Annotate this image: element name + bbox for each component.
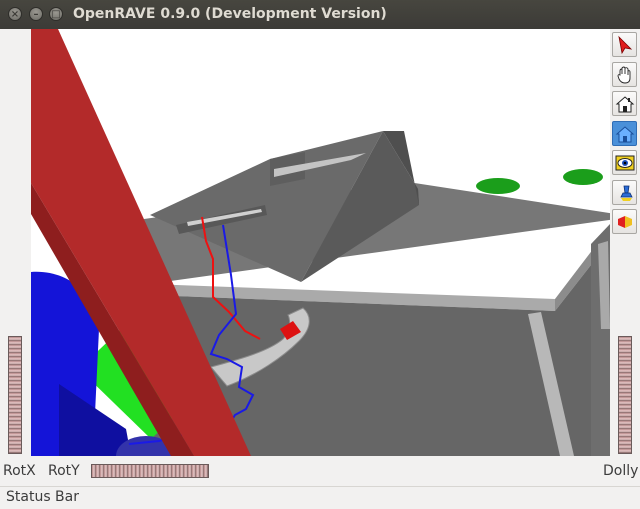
set-home-button[interactable]: [612, 121, 637, 146]
title-bar: × – □ OpenRAVE 0.9.0 (Development Versio…: [0, 0, 640, 29]
maximize-window-button[interactable]: □: [49, 7, 63, 21]
seek-button[interactable]: [612, 180, 637, 205]
green-hole-1: [476, 178, 520, 194]
perspective-toggle-button[interactable]: [612, 209, 637, 234]
home-icon: [615, 96, 635, 113]
select-arrow-button[interactable]: [612, 32, 637, 57]
dolly-label: Dolly: [603, 463, 639, 479]
pan-hand-button[interactable]: [612, 62, 637, 87]
pan-hand-icon: [617, 66, 631, 84]
green-hole-2: [563, 169, 603, 185]
set-home-icon: [615, 126, 635, 143]
3d-viewport[interactable]: [31, 29, 610, 456]
roty-wheel[interactable]: [91, 464, 209, 478]
window-title: OpenRAVE 0.9.0 (Development Version): [73, 6, 387, 22]
close-window-button[interactable]: ×: [8, 7, 22, 21]
scene-render[interactable]: [31, 29, 610, 456]
dolly-wheel[interactable]: [618, 336, 632, 454]
view-all-icon: [615, 155, 635, 171]
minimize-window-button[interactable]: –: [29, 7, 43, 21]
select-arrow-icon: [618, 35, 633, 55]
roty-label: RotY: [48, 463, 80, 479]
rotx-wheel[interactable]: [8, 336, 22, 454]
home-button[interactable]: [612, 91, 637, 116]
status-bar: Status Bar: [0, 486, 640, 509]
perspective-toggle-icon: [618, 216, 632, 228]
status-text: Status Bar: [6, 489, 80, 505]
view-all-button[interactable]: [612, 150, 637, 175]
seek-flashlight-icon: [620, 185, 633, 201]
rotx-label: RotX: [3, 463, 36, 479]
